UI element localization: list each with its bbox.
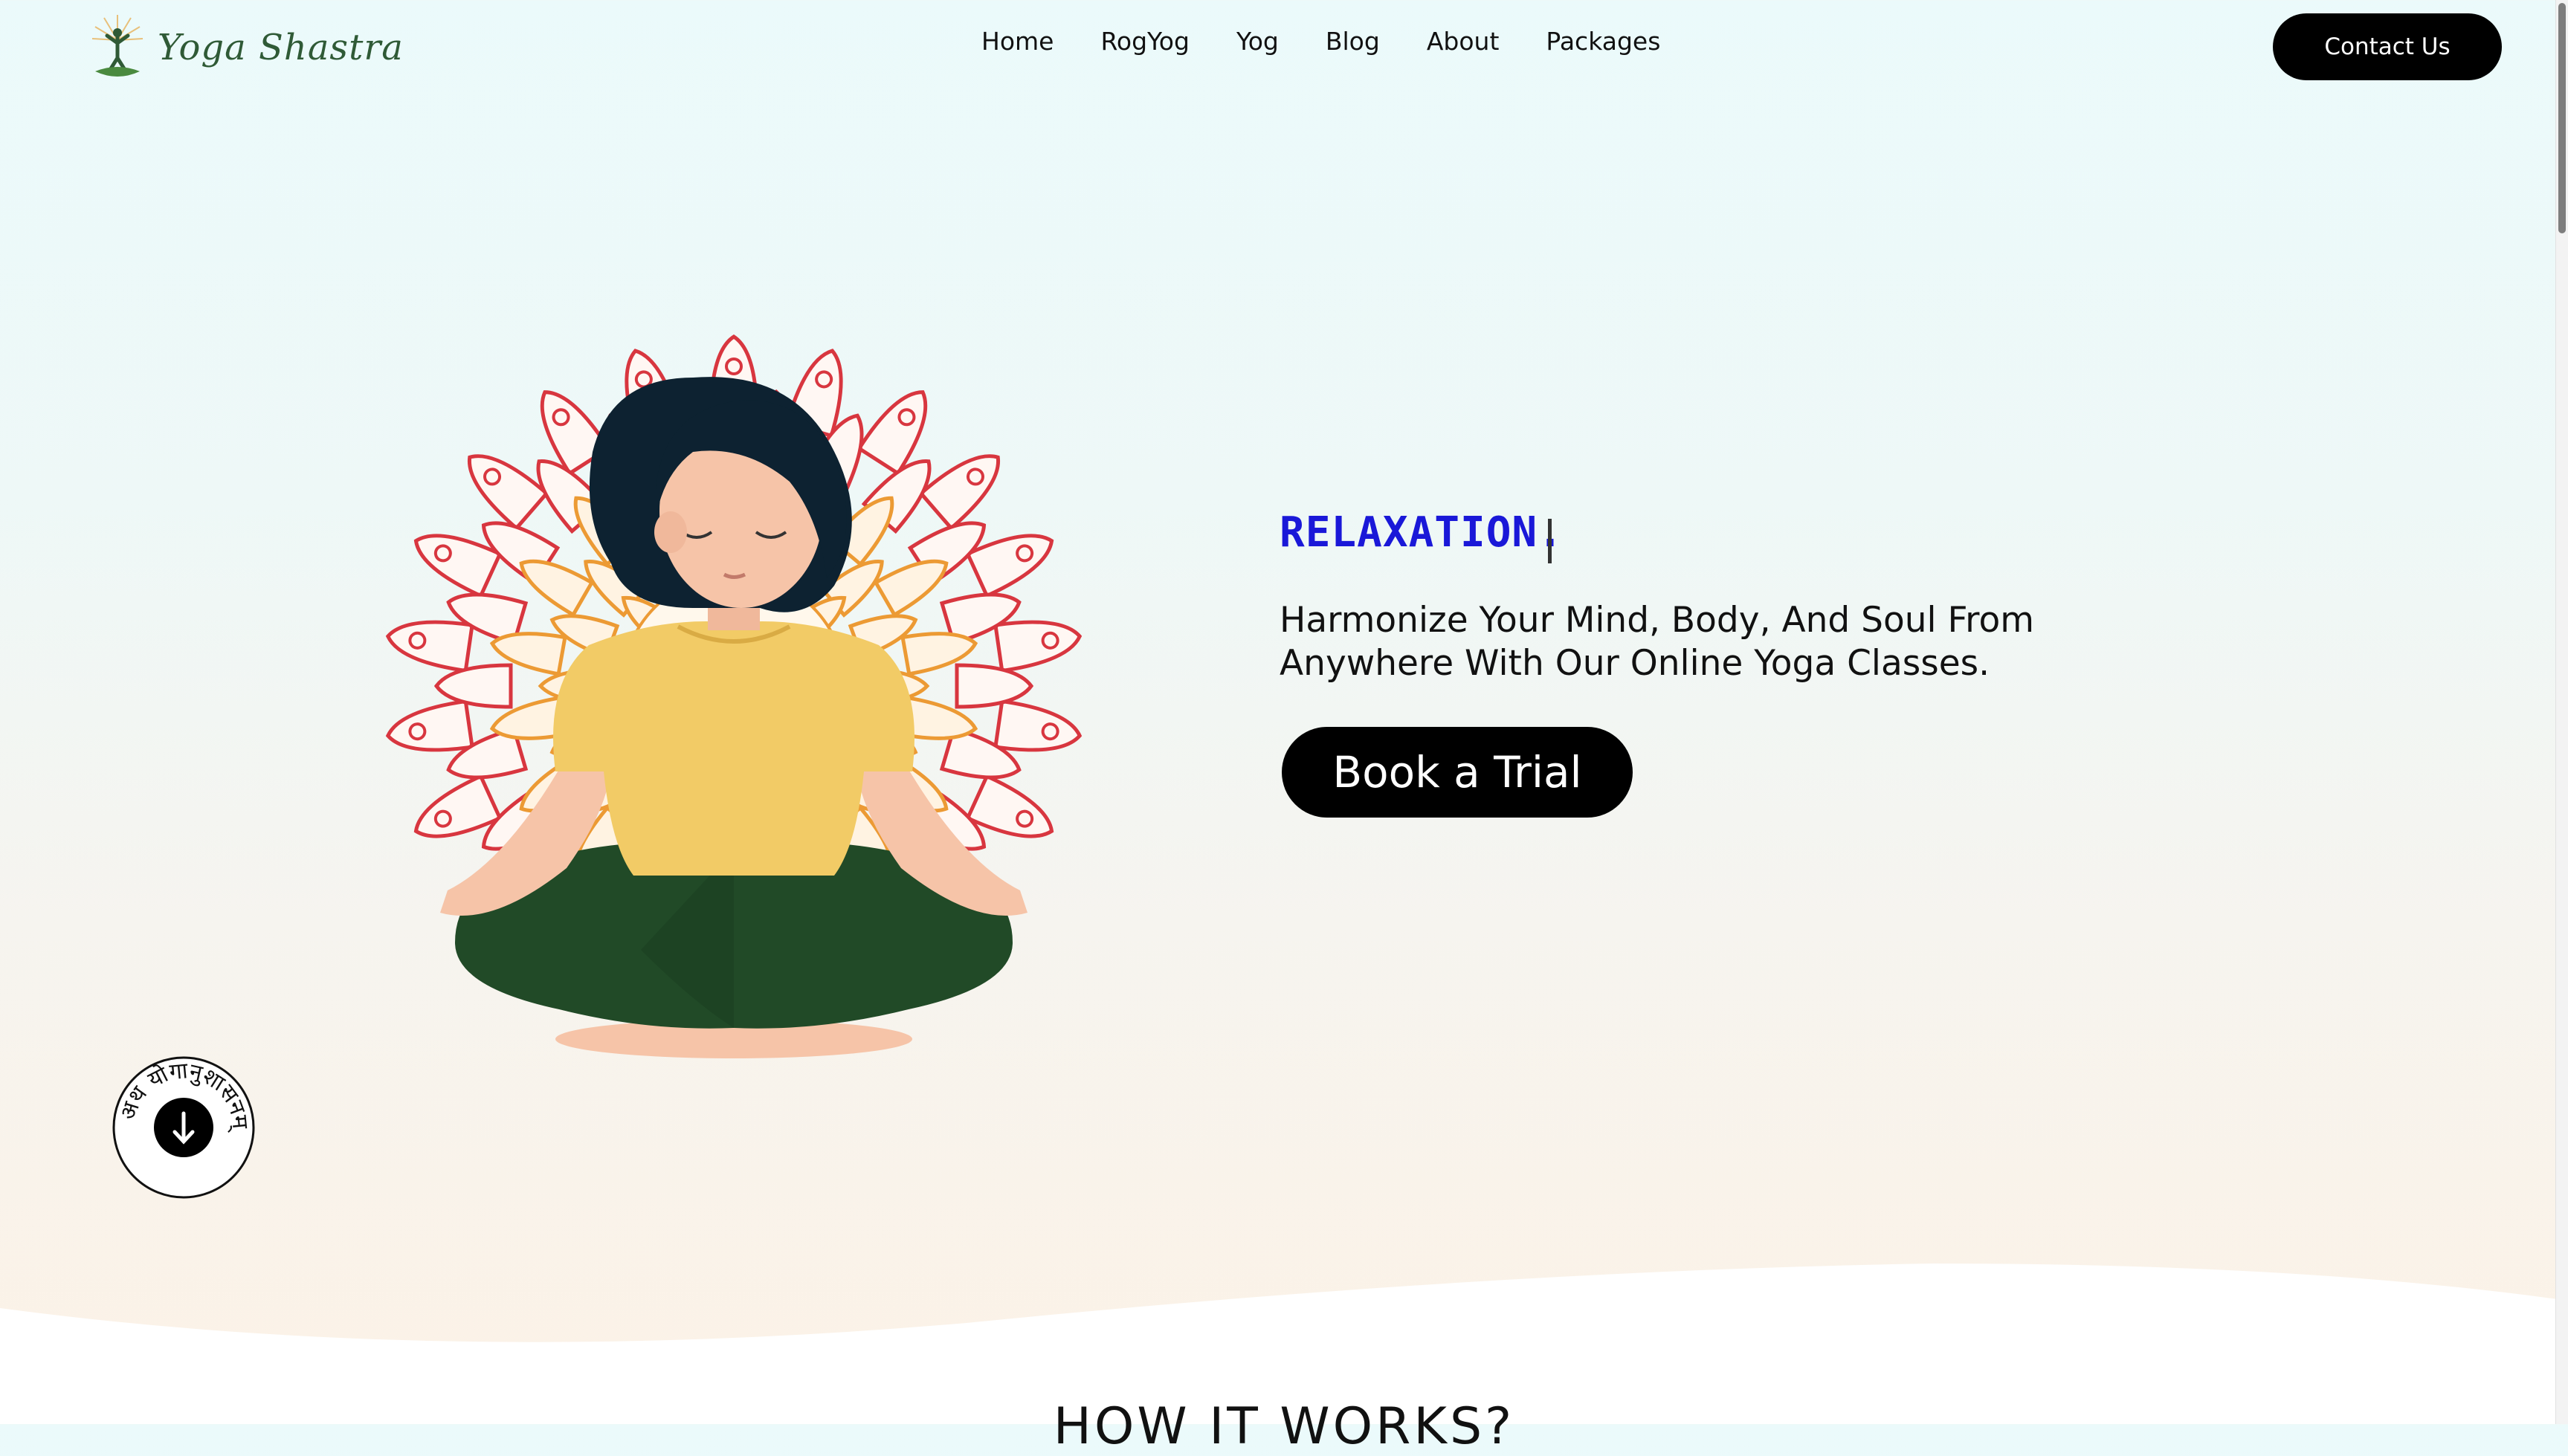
brand-logo[interactable]: Yoga Shastra xyxy=(88,13,404,82)
how-it-works-heading: HOW IT WORKS? xyxy=(1053,1397,1515,1456)
nav-about[interactable]: About xyxy=(1427,27,1500,56)
mandala-petal xyxy=(467,454,549,531)
mandala-petal xyxy=(993,620,1083,673)
nav-packages[interactable]: Packages xyxy=(1546,27,1660,56)
typing-caret xyxy=(1548,519,1552,563)
hero-tagline: Harmonize Your Mind, Body, And Soul From… xyxy=(1280,599,2172,685)
contact-us-button[interactable]: Contact Us xyxy=(2273,13,2502,80)
scrollbar-thumb[interactable] xyxy=(2558,3,2566,233)
mandala-petal xyxy=(433,663,513,709)
nav-blog[interactable]: Blog xyxy=(1326,27,1380,56)
mandala-petal xyxy=(856,390,928,476)
hero-tagline-line-1: Harmonize Your Mind, Body, And Soul From xyxy=(1280,600,2034,641)
mandala-petal xyxy=(385,699,474,752)
rotating-headline: RELAXATION. xyxy=(1280,508,1564,557)
book-trial-button[interactable]: Book a Trial xyxy=(1282,727,1633,818)
scroll-down-badge[interactable]: अथ योगानुशासनम् xyxy=(112,1055,256,1200)
nav-home[interactable]: Home xyxy=(981,27,1054,56)
meditating-woman-illustration xyxy=(385,334,1083,1058)
mandala-petal xyxy=(918,454,1001,531)
page-scrollbar[interactable] xyxy=(2555,0,2568,1424)
nav-yog[interactable]: Yog xyxy=(1236,27,1279,56)
mandala-petal xyxy=(993,699,1083,752)
mandala-petal xyxy=(385,620,474,673)
yoga-lotus-logo-icon xyxy=(91,15,143,77)
mandala-petal xyxy=(955,663,1034,709)
brand-name: Yoga Shastra xyxy=(158,27,404,68)
hero-tagline-line-2: Anywhere With Our Online Yoga Classes. xyxy=(1280,643,1990,684)
main-nav: Home RogYog Yog Blog About Packages xyxy=(981,27,1660,56)
nav-rogyog[interactable]: RogYog xyxy=(1100,27,1190,56)
